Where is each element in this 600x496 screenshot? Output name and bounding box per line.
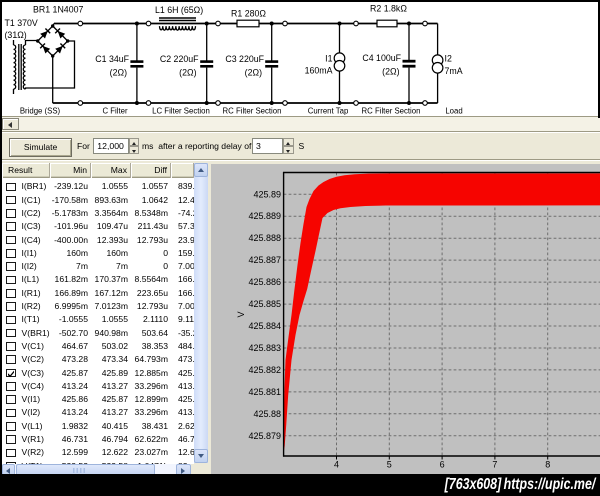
svg-text:T1 370V: T1 370V	[5, 18, 38, 28]
svg-text:BR1 1N4007: BR1 1N4007	[33, 5, 83, 15]
svg-text:RC Filter Section: RC Filter Section	[362, 107, 421, 116]
svg-text:425.889: 425.889	[248, 211, 281, 221]
svg-text:R1 280Ω: R1 280Ω	[231, 9, 266, 19]
svg-text:(2Ω): (2Ω)	[110, 68, 127, 78]
svg-text:Bridge (SS): Bridge (SS)	[20, 107, 61, 116]
svg-text:Load: Load	[445, 107, 462, 116]
svg-text:425.89: 425.89	[253, 189, 281, 199]
svg-text:5: 5	[386, 460, 391, 470]
svg-text:(2Ω): (2Ω)	[179, 68, 196, 78]
svg-text:(2Ω): (2Ω)	[382, 67, 399, 77]
svg-text:L1 6H (65Ω): L1 6H (65Ω)	[155, 5, 203, 15]
svg-text:4: 4	[333, 460, 338, 470]
svg-text:425.881: 425.881	[248, 387, 281, 397]
svg-text:C Filter: C Filter	[102, 107, 128, 116]
svg-text:RC Filter Section: RC Filter Section	[223, 107, 282, 116]
svg-text:Current Tap: Current Tap	[308, 107, 349, 116]
svg-text:425.886: 425.886	[248, 277, 281, 287]
svg-text:425.884: 425.884	[248, 321, 281, 331]
svg-text:425.879: 425.879	[248, 431, 281, 441]
svg-text:C1 34uF: C1 34uF	[95, 54, 129, 64]
svg-text:425.887: 425.887	[248, 255, 281, 265]
svg-text:425.888: 425.888	[248, 233, 281, 243]
svg-text:6: 6	[439, 460, 444, 470]
svg-text:160mA: 160mA	[305, 66, 333, 76]
svg-text:LC Filter Section: LC Filter Section	[152, 107, 210, 116]
svg-text:C2 220uF: C2 220uF	[160, 54, 199, 64]
svg-text:(31Ω): (31Ω)	[5, 30, 27, 40]
svg-text:C3 220uF: C3 220uF	[225, 54, 264, 64]
svg-text:V: V	[236, 311, 246, 317]
svg-text:I1: I1	[325, 54, 332, 64]
svg-text:8: 8	[545, 460, 550, 470]
svg-text:425.882: 425.882	[248, 365, 281, 375]
svg-text:425.885: 425.885	[248, 299, 281, 309]
svg-text:425.883: 425.883	[248, 343, 281, 353]
svg-text:(2Ω): (2Ω)	[245, 68, 262, 78]
svg-text:425.88: 425.88	[253, 409, 281, 419]
svg-text:R2 1.8kΩ: R2 1.8kΩ	[370, 4, 407, 14]
svg-text:C4 100uF: C4 100uF	[362, 53, 401, 63]
svg-text:7mA: 7mA	[445, 66, 463, 76]
svg-text:7: 7	[492, 460, 497, 470]
svg-text:I2: I2	[445, 54, 452, 64]
